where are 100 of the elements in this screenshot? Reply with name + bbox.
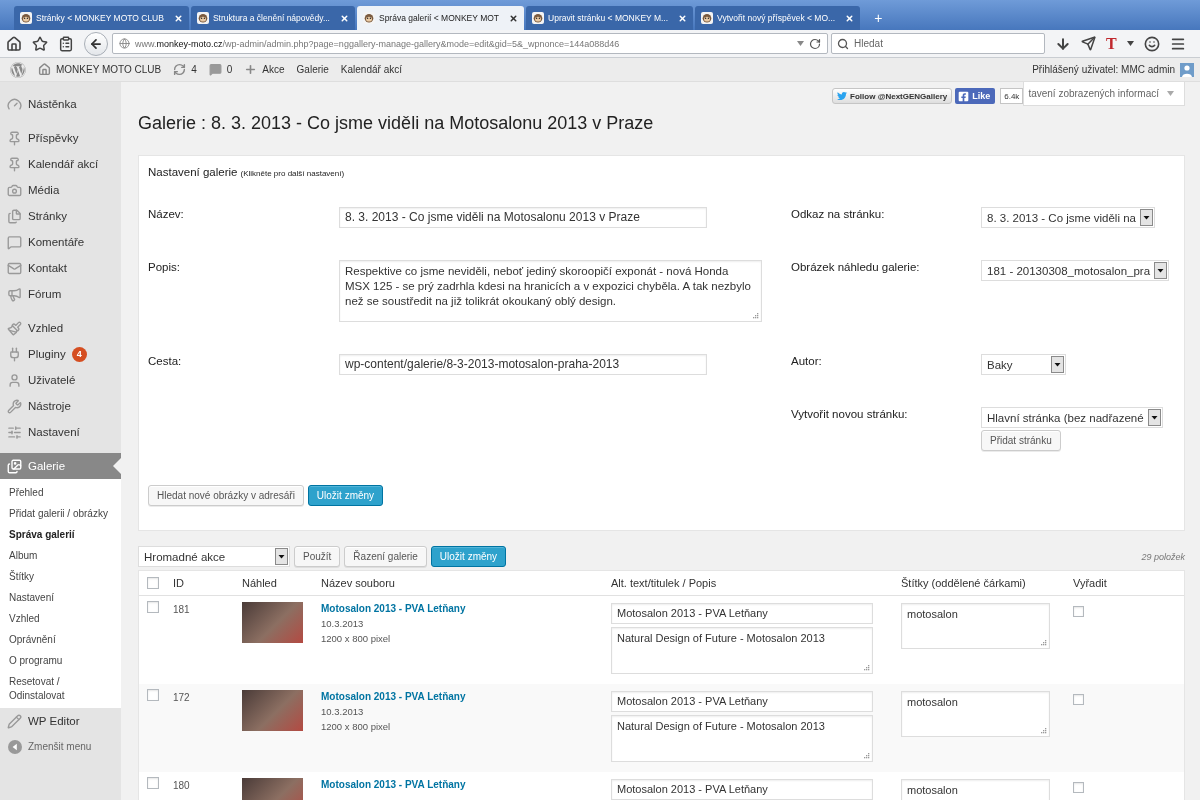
- sidebar-item[interactable]: Nastavení: [0, 419, 121, 445]
- admin-bar-link[interactable]: Galerie: [290, 58, 335, 81]
- submenu-item[interactable]: Album: [0, 545, 121, 566]
- sidebar-item[interactable]: Příspěvky: [0, 125, 121, 151]
- exclude-checkbox[interactable]: [1073, 694, 1084, 705]
- sidebar-item[interactable]: Pluginy 4: [0, 341, 121, 367]
- caret-down-icon[interactable]: [1126, 41, 1134, 46]
- alt-text-field[interactable]: Motosalon 2013 - PVA Letňany: [611, 691, 873, 712]
- smiley-icon[interactable]: [1143, 35, 1160, 52]
- tags-field[interactable]: motosalon: [901, 603, 1050, 649]
- bulk-actions-select[interactable]: Hromadné akce: [138, 546, 290, 567]
- screen-options-tab[interactable]: tavení zobrazených informací: [1023, 82, 1185, 106]
- add-page-button[interactable]: Přidat stránku: [981, 430, 1061, 451]
- resize-grip-icon: [1041, 640, 1047, 646]
- submenu-item[interactable]: Správa galerií: [0, 524, 121, 545]
- sidebar-item[interactable]: Stránky: [0, 203, 121, 229]
- alt-text-field[interactable]: Motosalon 2013 - PVA Letňany: [611, 779, 873, 800]
- dropdown-icon[interactable]: [797, 41, 804, 46]
- account-link[interactable]: Přihlášený uživatel: MMC admin: [1032, 62, 1196, 77]
- caret-down-icon: [1167, 91, 1174, 96]
- new-item-link[interactable]: Akce: [238, 58, 291, 81]
- url-field[interactable]: www.monkey-moto.cz/wp-admin/admin.php?page=nggallery-manage-gallery&mode=edit&gid=5&_wpnonce=144a088d46: [112, 33, 828, 54]
- sidebar-item[interactable]: Komentáře: [0, 229, 121, 255]
- comments-link[interactable]: 0: [202, 58, 239, 81]
- item-count: 29 položek: [1141, 551, 1185, 562]
- browser-tab[interactable]: Struktura a členění nápovědy...: [190, 6, 355, 30]
- close-icon[interactable]: [845, 13, 855, 23]
- dropdown-select[interactable]: Baky: [981, 354, 1066, 375]
- submenu-item[interactable]: O programu: [0, 650, 121, 671]
- extension-button[interactable]: T: [1106, 35, 1117, 52]
- dropdown-select[interactable]: Hlavní stránka (bez nadřazené: [981, 407, 1163, 428]
- file-title-link[interactable]: Motosalon 2013 - PVA Letňany: [321, 602, 466, 616]
- submenu-item[interactable]: Nastavení: [0, 587, 121, 608]
- browser-tab[interactable]: Upravit stránku < MONKEY M...: [526, 6, 694, 30]
- toolbar-button[interactable]: Řazení galerie: [344, 546, 427, 567]
- sidebar-item[interactable]: WP Editor: [0, 708, 121, 734]
- site-link[interactable]: MONKEY MOTO CLUB: [32, 58, 168, 81]
- textarea-field[interactable]: Respektive co jsme neviděli, neboť jediný skoroopičí exponát - nová Honda MSX 125 - se prý zadrhla kdesi na hranicích a v expozici chyběla. A tak nezbylo než se soustředit na již tolikrát okoukaný oblý design.: [339, 260, 762, 322]
- sidebar-item[interactable]: Vzhled: [0, 315, 121, 341]
- dropdown-select[interactable]: 181 - 20130308_motosalon_pra: [981, 260, 1170, 281]
- sidebar-item[interactable]: Kalendář akcí: [0, 151, 121, 177]
- submenu-item[interactable]: Štítky: [0, 566, 121, 587]
- scan-folder-button[interactable]: Hledat nové obrázky v adresáři: [148, 485, 304, 506]
- reload-icon[interactable]: [809, 37, 821, 50]
- row-checkbox[interactable]: [147, 689, 159, 701]
- toolbar-button[interactable]: Použít: [294, 546, 341, 567]
- sidebar-item[interactable]: Fórum: [0, 281, 121, 307]
- row-checkbox[interactable]: [147, 601, 159, 613]
- collapse-menu-link[interactable]: Zmenšit menu: [0, 734, 121, 759]
- sidebar-item[interactable]: Média: [0, 177, 121, 203]
- tags-field[interactable]: motosalon: [901, 691, 1050, 737]
- sidebar-item[interactable]: Nástroje: [0, 393, 121, 419]
- browser-tab[interactable]: Stránky < MONKEY MOTO CLUB: [14, 6, 189, 30]
- new-tab-button[interactable]: +: [870, 11, 887, 25]
- updates-link[interactable]: 4: [167, 58, 203, 81]
- id-text: 172: [173, 692, 190, 704]
- tags-field[interactable]: motosalon: [901, 779, 1050, 800]
- submenu-item[interactable]: Vzhled: [0, 608, 121, 629]
- photo-placeholder: [242, 602, 303, 643]
- file-title-link[interactable]: Motosalon 2013 - PVA Letňany: [321, 690, 466, 704]
- browser-tab[interactable]: Správa galerií < MONKEY MOT: [356, 6, 525, 30]
- file-title-link[interactable]: Motosalon 2013 - PVA Letňany: [321, 778, 466, 792]
- send-icon[interactable]: [1081, 36, 1096, 51]
- panel-title[interactable]: Nastavení galerie: [148, 165, 238, 179]
- download-icon[interactable]: [1055, 35, 1071, 52]
- exclude-checkbox[interactable]: [1073, 606, 1084, 617]
- browser-tab[interactable]: Vytvořit nový příspěvek < MO...: [695, 6, 861, 30]
- admin-bar-link[interactable]: Kalendář akcí: [334, 58, 408, 81]
- dropdown-select[interactable]: 8. 3. 2013 - Co jsme viděli na: [981, 207, 1155, 228]
- close-icon[interactable]: [173, 13, 183, 23]
- description-field[interactable]: Natural Design of Future - Motosalon 2013: [611, 715, 873, 762]
- home-icon[interactable]: [6, 35, 22, 52]
- clipboard-icon[interactable]: [58, 35, 74, 52]
- input-field[interactable]: wp-content/galerie/8-3-2013-motosalon-praha-2013: [339, 354, 707, 375]
- input-field[interactable]: 8. 3. 2013 - Co jsme viděli na Motosalonu 2013 v Praze: [339, 207, 707, 228]
- resize-grip-icon: [864, 753, 870, 759]
- select-all-checkbox[interactable]: [147, 577, 159, 589]
- globe-icon: [119, 38, 130, 49]
- close-icon[interactable]: [678, 13, 688, 23]
- like-button[interactable]: Like: [955, 88, 996, 104]
- pushpin-icon: [7, 156, 22, 172]
- exclude-checkbox[interactable]: [1073, 782, 1084, 793]
- description-field[interactable]: Natural Design of Future - Motosalon 2013: [611, 627, 873, 674]
- close-icon[interactable]: [509, 13, 519, 23]
- star-icon[interactable]: [32, 35, 48, 52]
- sidebar-item[interactable]: Galerie: [0, 453, 121, 479]
- submenu-item[interactable]: Resetovat / Odinstalovat: [0, 671, 121, 706]
- submenu-item[interactable]: Oprávnění: [0, 629, 121, 650]
- sidebar-item[interactable]: Nástěnka: [0, 91, 121, 117]
- close-icon[interactable]: [339, 13, 349, 23]
- submenu-item[interactable]: Přidat galerii / obrázky: [0, 503, 121, 524]
- follow-button[interactable]: Follow @NextGENGallery: [832, 88, 953, 104]
- sidebar-item[interactable]: Uživatelé: [0, 367, 121, 393]
- alt-text-field[interactable]: Motosalon 2013 - PVA Letňany: [611, 603, 873, 624]
- sidebar-item[interactable]: Kontakt: [0, 255, 121, 281]
- submenu-item[interactable]: Přehled: [0, 482, 121, 503]
- search-field[interactable]: Hledat: [831, 33, 1045, 54]
- menu-icon[interactable]: [1169, 35, 1186, 52]
- row-checkbox[interactable]: [147, 777, 159, 789]
- back-button[interactable]: [84, 31, 108, 56]
